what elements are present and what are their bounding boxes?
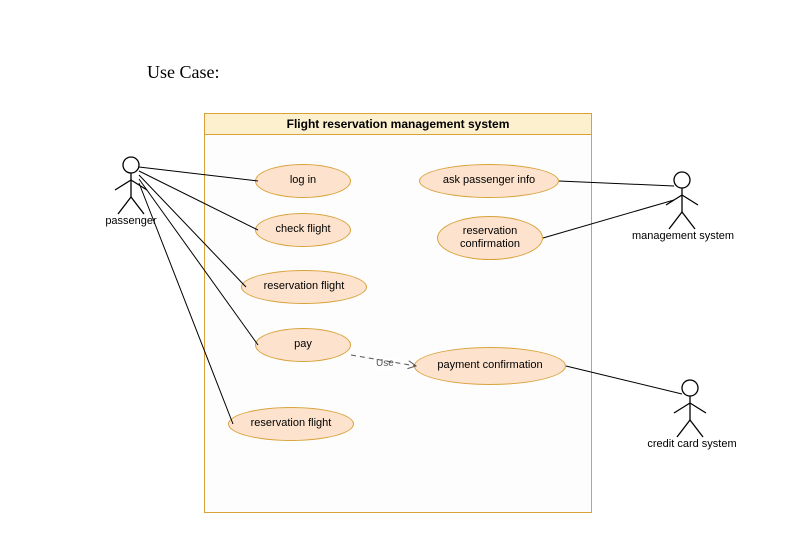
usecase-ask-passenger-info: ask passenger info xyxy=(419,164,559,198)
actor-label-management-system: management system xyxy=(618,230,748,242)
actor-label-passenger: passenger xyxy=(96,215,166,227)
usecase-reservation-flight-1: reservation flight xyxy=(241,270,367,304)
actor-management-system-icon xyxy=(666,172,698,229)
system-title: Flight reservation management system xyxy=(204,113,592,135)
dependency-label-use: Use xyxy=(374,358,396,369)
usecase-reservation-confirmation: reservation confirmation xyxy=(437,216,543,260)
diagram-canvas: Use Case: Flight reservation management … xyxy=(0,0,810,549)
actor-passenger-icon xyxy=(115,157,147,214)
page-title: Use Case: xyxy=(147,62,219,83)
usecase-log-in: log in xyxy=(255,164,351,198)
usecase-payment-confirmation: payment confirmation xyxy=(414,347,566,385)
actor-credit-card-system-icon xyxy=(674,380,706,437)
usecase-reservation-flight-2: reservation flight xyxy=(228,407,354,441)
usecase-pay: pay xyxy=(255,328,351,362)
actor-label-credit-card-system: credit card system xyxy=(632,438,752,450)
usecase-check-flight: check flight xyxy=(255,213,351,247)
